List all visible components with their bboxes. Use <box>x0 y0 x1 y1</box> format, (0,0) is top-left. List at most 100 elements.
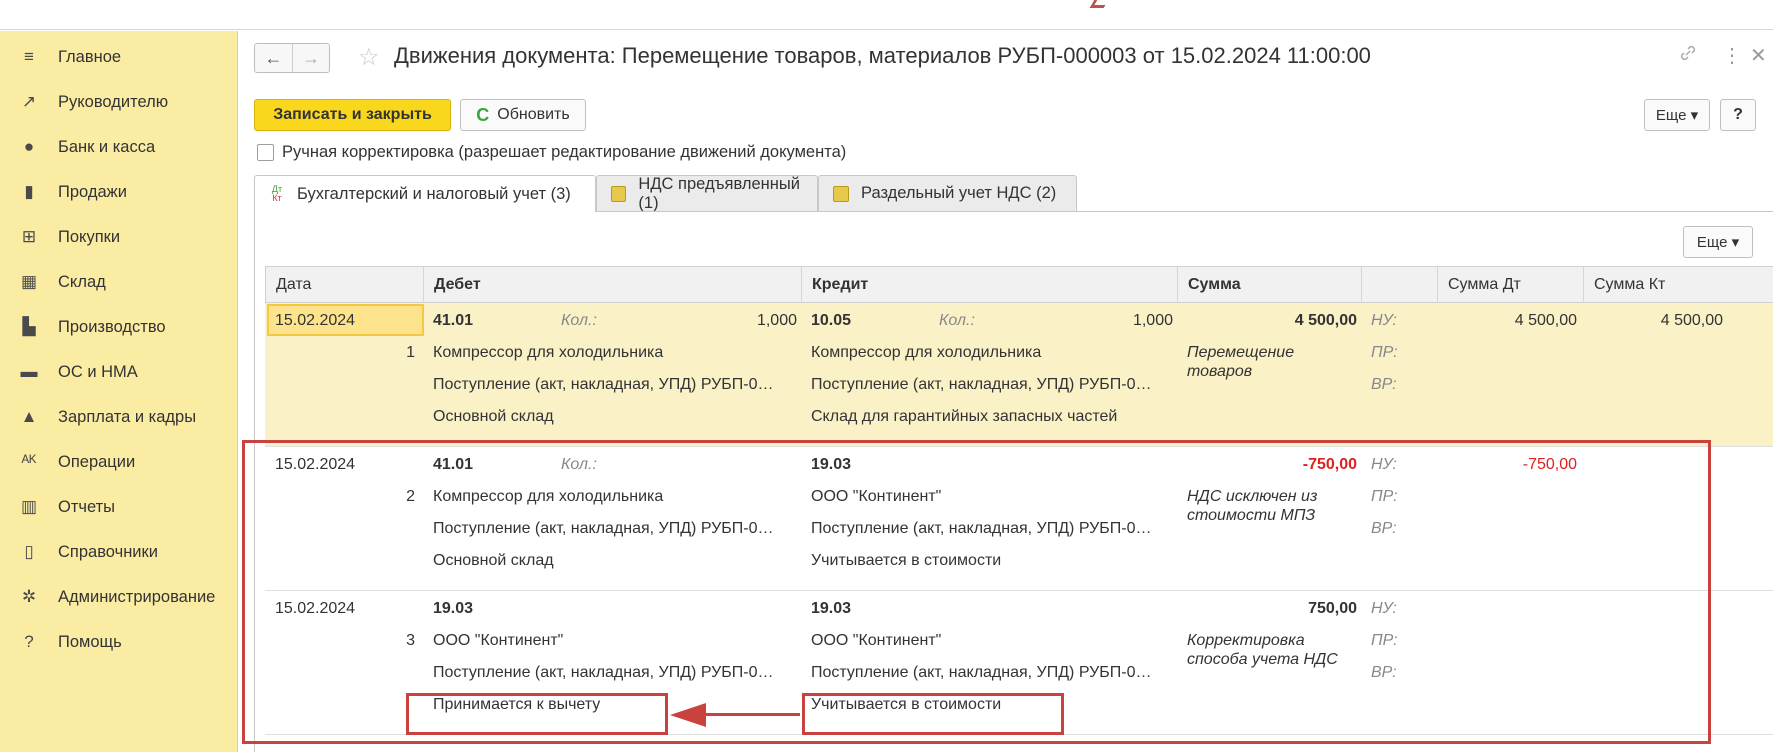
sidebar-item[interactable]: ▮ Продажи <box>0 170 238 214</box>
cell-date: 15.02.2024 <box>275 312 356 329</box>
cell-debit-account: 41.01 <box>433 456 474 473</box>
tab-vat-presented[interactable]: НДС предъявленный (1) <box>596 175 818 212</box>
tab-label: Раздельный учет НДС (2) <box>861 184 1057 202</box>
col-sum-kt[interactable]: Сумма Кт <box>1584 267 1730 302</box>
sidebar-item-label: Банк и касса <box>58 137 156 156</box>
sidebar-item-label: Зарплата и кадры <box>58 407 197 426</box>
cell-debit-sub3: Принимается к вычету <box>433 696 601 713</box>
cell-vr: ВР: <box>1371 520 1397 537</box>
refresh-button[interactable]: C Обновить <box>460 99 586 131</box>
sidebar-item-label: Справочники <box>58 542 158 561</box>
cell-credit-qty-label: Кол.: <box>939 312 975 329</box>
sidebar-item[interactable]: ▬ ОС и НМА <box>0 350 238 394</box>
sidebar-item[interactable]: ▥ Отчеты <box>0 485 238 529</box>
favorite-star-icon[interactable]: ☆ <box>358 43 380 72</box>
cell-content: Корректировка способа учета НДС <box>1187 632 1338 668</box>
sidebar-item-label: Руководителю <box>58 92 169 111</box>
link-icon[interactable] <box>1678 43 1698 69</box>
tab-separate-vat[interactable]: Раздельный учет НДС (2) <box>818 175 1077 211</box>
cell-credit-account: 19.03 <box>811 456 852 473</box>
cell-nu: НУ: <box>1371 600 1397 617</box>
sidebar-item[interactable]: ▯ Справочники <box>0 530 238 574</box>
cell-sum: 750,00 <box>1308 600 1357 617</box>
register-icon <box>833 185 849 202</box>
col-credit[interactable]: Кредит <box>802 267 1178 302</box>
sidebar-item-label: Покупки <box>58 227 121 246</box>
sidebar-item[interactable]: ᴬᴷ Операции <box>0 440 238 484</box>
person-icon: ▲ <box>20 407 38 426</box>
menu-icon: ≡ <box>24 47 34 66</box>
cell-credit-sub3: Учитывается в стоимости <box>811 552 1002 569</box>
sidebar-item-label: Склад <box>58 272 106 291</box>
sidebar-item[interactable]: ↗ Руководителю <box>0 80 238 124</box>
sidebar-item-label: Операции <box>58 452 136 471</box>
col-blank[interactable] <box>1362 267 1438 302</box>
sidebar-item[interactable]: ● Банк и касса <box>0 125 238 169</box>
sidebar-item[interactable]: ⊞ Покупки <box>0 215 238 259</box>
cell-debit-qty: 1,000 <box>756 312 797 329</box>
cell-date: 15.02.2024 <box>275 600 356 617</box>
cell-content: НДС исключен из стоимости МПЗ <box>1187 488 1318 524</box>
help-icon: ? <box>24 632 34 651</box>
table-header: Дата Дебет Кредит Сумма Сумма Дт Сумма К… <box>265 266 1773 303</box>
panel-more-button[interactable]: Еще ▾ <box>1683 226 1753 258</box>
cell-sum-kt <box>1593 591 1723 627</box>
manual-edit-checkbox[interactable] <box>257 144 274 161</box>
cart-icon: ⊞ <box>21 227 37 246</box>
tab-accounting[interactable]: Дт Кт Бухгалтерский и налоговый учет (3) <box>254 175 596 212</box>
cell-num: 3 <box>406 632 415 649</box>
cell-sum-kt <box>1593 447 1723 483</box>
more-button[interactable]: Еще ▾ <box>1644 99 1710 131</box>
sidebar-item[interactable]: ▙ Производство <box>0 305 238 349</box>
cell-pr: ПР: <box>1371 344 1398 361</box>
col-date[interactable]: Дата <box>266 267 424 302</box>
cell-debit-qty-label: Кол.: <box>561 456 597 473</box>
cell-debit-sub3: Основной склад <box>433 408 554 425</box>
sidebar-item[interactable]: ▲ Зарплата и кадры <box>0 395 238 439</box>
col-sum[interactable]: Сумма <box>1178 267 1362 302</box>
cell-sum-dt: 4 500,00 <box>1514 312 1577 329</box>
col-sum-dt[interactable]: Сумма Дт <box>1438 267 1584 302</box>
sidebar-item[interactable]: ≡ Главное <box>0 35 238 79</box>
table-row[interactable]: 15.02.2024 2 41.01 Кол.: Компрессор для холо… <box>265 447 1773 591</box>
cell-credit-qty-label <box>939 591 999 627</box>
help-button[interactable]: ? <box>1720 99 1756 131</box>
cell-nu: НУ: <box>1371 456 1397 473</box>
sidebar-item-label: Продажи <box>58 182 127 201</box>
cell-debit-account: 19.03 <box>433 600 474 617</box>
cell-pr: ПР: <box>1371 488 1398 505</box>
cell-credit-sub1: ООО "Континент" <box>811 488 942 505</box>
cell-debit-qty <box>645 591 797 627</box>
cell-credit-account: 10.05 <box>811 312 852 329</box>
top-bar <box>0 0 1773 30</box>
cell-credit-sub3: Склад для гарантийных запасных частей <box>811 408 1118 425</box>
gear-icon: ✲ <box>21 587 37 606</box>
table-row[interactable]: 15.02.2024 3 19.03 ООО "Континент" Поступлен… <box>265 591 1773 735</box>
annotation-arrow-head <box>670 703 706 727</box>
cell-credit-sub2: Поступление (акт, накладная, УПД) РУБП-0… <box>811 376 1152 393</box>
cell-debit-sub2: Поступление (акт, накладная, УПД) РУБП-0… <box>433 520 774 537</box>
save-and-close-button[interactable]: Записать и закрыть <box>254 99 451 131</box>
cell-credit-account: 19.03 <box>811 600 852 617</box>
sidebar-item[interactable]: ✲ Администрирование <box>0 575 238 619</box>
cell-sum-dt: -750,00 <box>1522 456 1577 473</box>
dt-kt-icon: Дт Кт <box>271 184 283 203</box>
bar-chart-icon: ▥ <box>20 497 38 516</box>
cell-credit-qty: 1,000 <box>1132 312 1173 329</box>
close-icon[interactable]: ✕ <box>1750 43 1767 68</box>
more-vertical-icon[interactable]: ⋮ <box>1722 43 1742 68</box>
back-button[interactable]: ← <box>255 44 292 72</box>
cell-sum-dt <box>1447 591 1577 627</box>
tab-panel: Еще ▾ Дата Дебет Кредит Сумма Сумма Дт С… <box>254 211 1773 752</box>
sidebar-item[interactable]: ? Помощь <box>0 620 238 664</box>
cell-sum-kt: 4 500,00 <box>1660 312 1723 329</box>
book-icon: ▯ <box>24 542 34 561</box>
sidebar-item[interactable]: ▦ Склад <box>0 260 238 304</box>
forward-button[interactable]: → <box>292 44 329 72</box>
cell-pr: ПР: <box>1371 632 1398 649</box>
refresh-icon: C <box>476 104 490 125</box>
cell-debit-sub3: Основной склад <box>433 552 554 569</box>
table-row[interactable]: 15.02.2024 1 41.01 Кол.: 1,000 Компрессор для… <box>265 303 1773 447</box>
trend-icon: ↗ <box>21 92 37 111</box>
col-debit[interactable]: Дебет <box>424 267 802 302</box>
